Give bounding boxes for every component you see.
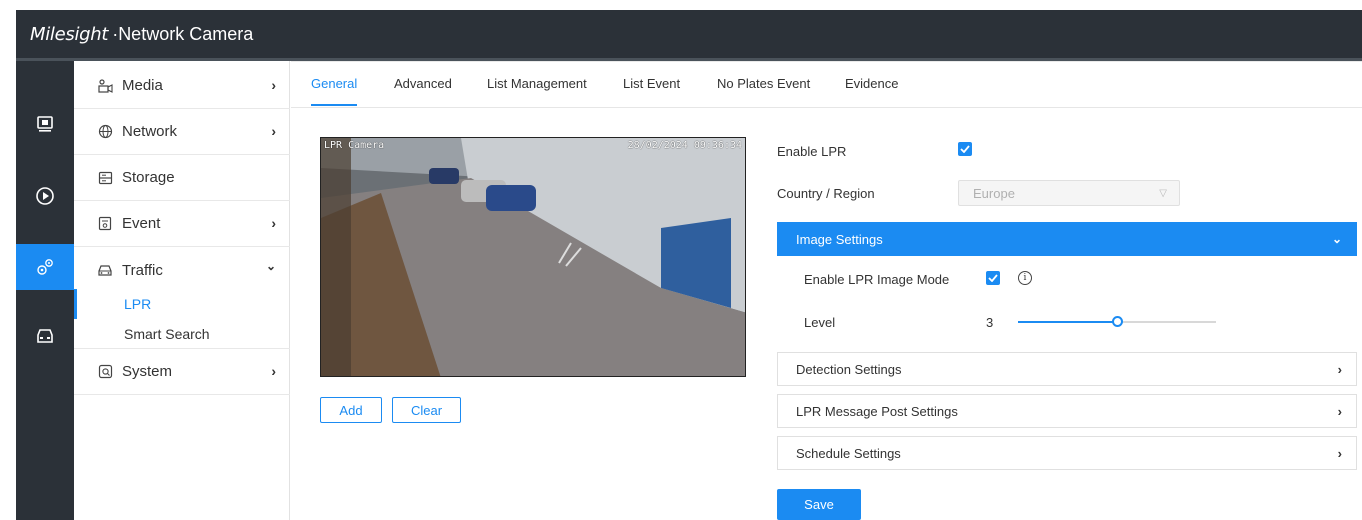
sidebar-item-label: Network: [122, 123, 178, 140]
chevron-right-icon: ›: [271, 123, 276, 139]
enable-lpr-checkbox[interactable]: [958, 142, 972, 156]
chevron-right-icon: ›: [271, 363, 276, 379]
section-title: Schedule Settings: [796, 445, 901, 461]
level-slider-handle[interactable]: [1112, 316, 1123, 327]
sidebar-item-network[interactable]: Network ›: [74, 109, 290, 155]
info-icon[interactable]: i: [1018, 271, 1032, 285]
tab-advanced[interactable]: Advanced: [394, 76, 452, 91]
sidebar-item-traffic[interactable]: Traffic ⌄: [74, 247, 290, 293]
sidebar-item-system[interactable]: System ›: [74, 349, 290, 395]
live-view-icon[interactable]: [16, 101, 74, 147]
sidebar-item-storage[interactable]: Storage: [74, 155, 290, 201]
sidebar-item-label: Traffic: [122, 261, 163, 279]
camera-osd-name: LPR Camera: [324, 140, 385, 151]
level-label: Level: [804, 315, 836, 330]
top-bar: Milesight ·Network Camera: [16, 10, 1362, 58]
settings-icon[interactable]: [16, 244, 74, 290]
lpr-message-post-settings-header[interactable]: LPR Message Post Settings ›: [777, 394, 1357, 428]
sidebar-subitem-smart-search[interactable]: Smart Search: [74, 319, 290, 349]
tab-list-management[interactable]: List Management: [487, 76, 587, 91]
chevron-right-icon: ›: [271, 77, 276, 93]
chevron-down-icon: ▽: [1159, 188, 1167, 199]
chevron-right-icon: ›: [1337, 446, 1342, 461]
clear-button[interactable]: Clear: [392, 397, 461, 423]
playback-icon[interactable]: [16, 173, 74, 219]
chevron-right-icon: ›: [1337, 362, 1342, 377]
tab-general[interactable]: General: [311, 76, 357, 91]
sidebar-subitem-lpr[interactable]: LPR: [74, 289, 290, 319]
section-title: Image Settings: [796, 231, 883, 247]
chevron-down-icon: ⌄: [265, 259, 276, 273]
level-value: 3: [986, 315, 994, 330]
vehicle-icon[interactable]: [16, 313, 74, 359]
brand-logo: Milesight: [30, 23, 109, 45]
tab-bar: General Advanced List Management List Ev…: [291, 62, 1362, 108]
add-button[interactable]: Add: [320, 397, 382, 423]
storage-icon: [96, 169, 114, 187]
camera-preview[interactable]: LPR Camera 28/02/2024 09:36:34: [320, 137, 746, 377]
system-icon: [96, 363, 114, 381]
check-icon: [988, 274, 998, 282]
tab-list-event[interactable]: List Event: [623, 76, 680, 91]
save-button[interactable]: Save: [777, 489, 861, 520]
enable-lpr-image-mode-checkbox[interactable]: [986, 271, 1000, 285]
chevron-right-icon: ›: [1337, 404, 1342, 419]
camera-scene: [321, 138, 745, 376]
tab-evidence[interactable]: Evidence: [845, 76, 898, 91]
icon-bar: [16, 61, 74, 520]
level-slider-fill: [1018, 321, 1117, 323]
car-icon: [96, 261, 114, 279]
tab-no-plates-event[interactable]: No Plates Event: [717, 76, 810, 91]
chevron-right-icon: ›: [271, 215, 276, 231]
image-settings-header[interactable]: Image Settings ⌄: [777, 222, 1357, 256]
country-region-value: Europe: [973, 185, 1015, 201]
enable-lpr-label: Enable LPR: [777, 144, 847, 159]
sidebar-item-label: System: [122, 363, 173, 380]
country-region-select[interactable]: Europe ▽: [958, 180, 1180, 206]
schedule-settings-header[interactable]: Schedule Settings ›: [777, 436, 1357, 470]
check-icon: [960, 145, 970, 153]
camera-osd-time: 28/02/2024 09:36:34: [627, 140, 742, 151]
sidebar-item-media[interactable]: Media ›: [74, 63, 290, 109]
settings-sidebar: Media › Network › Storage Event › Traffi…: [74, 61, 290, 520]
level-slider[interactable]: [1018, 316, 1216, 327]
section-title: Detection Settings: [796, 361, 902, 377]
detection-settings-header[interactable]: Detection Settings ›: [777, 352, 1357, 386]
app-title: ·Network Camera: [112, 23, 254, 44]
media-icon: [96, 77, 114, 95]
event-icon: [96, 215, 114, 233]
sidebar-item-label: Storage: [122, 169, 175, 186]
chevron-down-icon: ⌄: [1331, 232, 1342, 246]
active-tab-indicator: [311, 104, 357, 106]
globe-icon: [96, 123, 114, 141]
section-title: LPR Message Post Settings: [796, 403, 958, 419]
sidebar-item-event[interactable]: Event ›: [74, 201, 290, 247]
sidebar-item-label: Media: [122, 77, 163, 94]
enable-lpr-image-mode-label: Enable LPR Image Mode: [804, 272, 950, 287]
country-region-label: Country / Region: [777, 186, 875, 201]
sidebar-item-label: Event: [122, 215, 161, 232]
